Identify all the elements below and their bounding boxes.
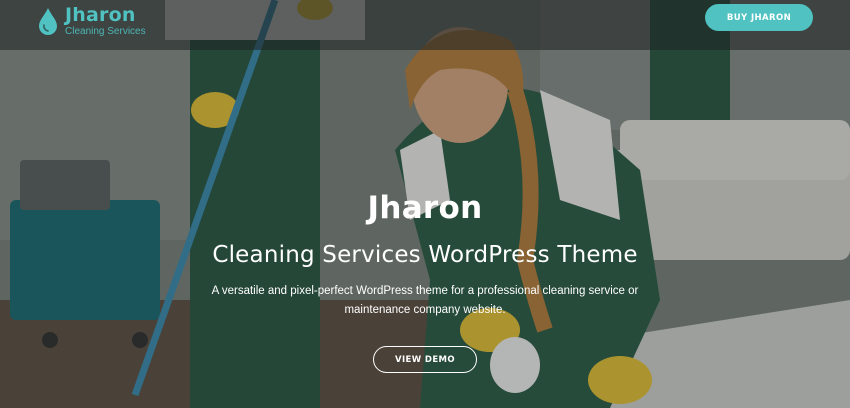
top-navigation-bar: Jharon Cleaning Services BUY JHARON bbox=[0, 0, 850, 50]
water-drop-icon bbox=[39, 8, 57, 35]
logo-tagline: Cleaning Services bbox=[65, 26, 146, 37]
buy-jharon-button[interactable]: BUY JHARON bbox=[705, 4, 813, 31]
logo-name: Jharon bbox=[65, 4, 136, 26]
hero-subtitle: Cleaning Services WordPress Theme bbox=[212, 242, 638, 268]
hero-section: Jharon Cleaning Services BUY JHARON Jhar… bbox=[0, 0, 850, 408]
site-logo[interactable]: Jharon Cleaning Services bbox=[37, 5, 146, 38]
hero-description-line-1: A versatile and pixel-perfect WordPress … bbox=[211, 285, 639, 297]
hero-description: A versatile and pixel-perfect WordPress … bbox=[205, 282, 645, 320]
hero-title: Jharon bbox=[367, 190, 483, 226]
view-demo-button[interactable]: VIEW DEMO bbox=[373, 346, 477, 373]
hero-description-line-2: maintenance company website. bbox=[344, 304, 506, 316]
hero-text-block: Jharon Cleaning Services WordPress Theme… bbox=[0, 186, 850, 320]
